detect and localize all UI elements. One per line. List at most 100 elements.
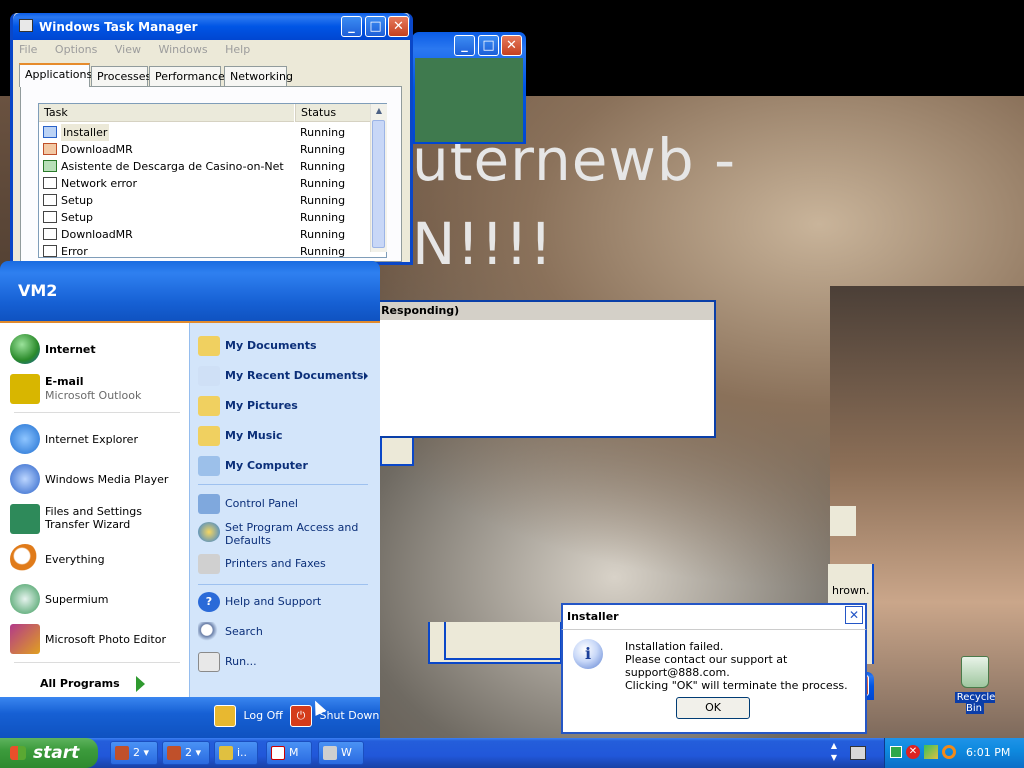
- taskbar-button-4[interactable]: M: [266, 741, 312, 765]
- start-item-internet-explorer[interactable]: Internet Explorer: [8, 422, 184, 456]
- start-item-label: E-mail: [45, 375, 84, 388]
- start-item-recent-documents[interactable]: My Recent Documents: [196, 364, 374, 388]
- taskbar-button-3[interactable]: i..: [214, 741, 258, 765]
- start-item-control-panel[interactable]: Control Panel: [196, 492, 374, 516]
- menu-help[interactable]: Help: [225, 43, 250, 56]
- log-off-button[interactable]: Log Off: [214, 705, 283, 727]
- start-item-label: Run...: [225, 655, 257, 668]
- installer-icon: [43, 160, 57, 172]
- start-item-label: Microsoft Photo Editor: [45, 633, 166, 646]
- shut-down-label: Shut Down: [319, 709, 380, 722]
- tray-green-icon[interactable]: [890, 746, 902, 758]
- task-manager-titlebar[interactable]: Windows Task Manager _ □ ✕: [13, 13, 410, 40]
- start-item-my-documents[interactable]: My Documents: [196, 334, 374, 358]
- minimize-button[interactable]: _: [454, 35, 475, 56]
- menu-view[interactable]: View: [115, 43, 141, 56]
- start-item-search[interactable]: Search: [196, 620, 374, 644]
- table-row[interactable]: Setup Running: [43, 192, 373, 209]
- keyboard-icon[interactable]: [850, 746, 866, 760]
- all-programs-button[interactable]: All Programs: [40, 676, 145, 692]
- taskbar-button-label: 2: [133, 746, 140, 759]
- taskbar-scroll-arrows[interactable]: ▲ ▼: [828, 740, 840, 766]
- close-button[interactable]: ✕: [388, 16, 409, 37]
- start-item-everything[interactable]: Everything: [8, 542, 184, 576]
- supermium-icon: [10, 584, 40, 614]
- recycle-bin-icon: [961, 656, 989, 688]
- table-row[interactable]: Asistente de Descarga de Casino-on-Net Ru…: [43, 158, 373, 175]
- taskbar-button-group-1[interactable]: 2 ▾: [110, 741, 158, 765]
- start-item-email[interactable]: E-mail Microsoft Outlook: [8, 372, 184, 406]
- tab-performance[interactable]: Performance: [149, 66, 225, 86]
- scroll-thumb[interactable]: [372, 120, 385, 248]
- start-label: start: [33, 743, 80, 763]
- menu-file[interactable]: File: [19, 43, 37, 56]
- start-item-help[interactable]: ? Help and Support: [196, 590, 374, 614]
- start-item-printers[interactable]: Printers and Faxes: [196, 552, 374, 576]
- column-task[interactable]: Task: [39, 104, 294, 122]
- start-item-internet[interactable]: Internet: [8, 332, 184, 366]
- table-row[interactable]: Error Running: [43, 243, 373, 258]
- minimize-button[interactable]: _: [341, 16, 362, 37]
- app-icon: [219, 746, 233, 760]
- folder-icon: [198, 396, 220, 416]
- not-responding-window[interactable]: [330, 300, 716, 438]
- start-item-label: Files and Settings Transfer Wizard: [45, 505, 142, 531]
- start-item-my-music[interactable]: My Music: [196, 424, 374, 448]
- maximize-button[interactable]: □: [365, 16, 386, 37]
- start-item-program-access[interactable]: Set Program Access and Defaults: [196, 520, 374, 550]
- task-name: Setup: [61, 194, 94, 207]
- installer-title: Installer: [567, 610, 619, 623]
- tab-processes[interactable]: Processes: [91, 66, 151, 86]
- folder-icon: [198, 336, 220, 356]
- help-icon: ?: [198, 592, 220, 612]
- maximize-button[interactable]: □: [478, 35, 499, 56]
- tray-search-icon[interactable]: [942, 745, 956, 759]
- key-icon: [214, 705, 236, 727]
- tray-network-icon[interactable]: [924, 745, 938, 759]
- table-row[interactable]: Installer Running: [43, 124, 373, 141]
- tab-applications[interactable]: Applications: [19, 63, 92, 87]
- task-manager-icon: [19, 19, 33, 32]
- info-icon: i: [573, 639, 603, 669]
- installer-titlebar[interactable]: Installer ✕: [561, 603, 867, 630]
- shut-down-button[interactable]: ⏻ Shut Down: [290, 705, 379, 727]
- start-item-transfer-wizard[interactable]: Files and Settings Transfer Wizard: [8, 502, 184, 536]
- folder-icon: [198, 426, 220, 446]
- task-status: Running: [300, 245, 346, 258]
- taskbar-button-5[interactable]: W: [318, 741, 364, 765]
- menu-windows[interactable]: Windows: [158, 43, 207, 56]
- app-icon: [167, 746, 181, 760]
- table-row[interactable]: Network error Running: [43, 175, 373, 192]
- tray-error-icon[interactable]: ✕: [906, 745, 920, 759]
- clock[interactable]: 6:01 PM: [966, 746, 1010, 759]
- photo-editor-icon: [10, 624, 40, 654]
- task-list-scrollbar[interactable]: ▲: [370, 104, 387, 252]
- start-item-my-pictures[interactable]: My Pictures: [196, 394, 374, 418]
- windows-logo-icon: [10, 746, 26, 760]
- start-item-run[interactable]: Run...: [196, 650, 374, 674]
- start-item-supermium[interactable]: Supermium: [8, 582, 184, 616]
- start-button[interactable]: start: [0, 738, 98, 768]
- recycle-bin[interactable]: Recycle Bin: [946, 656, 1004, 714]
- start-item-photo-editor[interactable]: Microsoft Photo Editor: [8, 622, 184, 656]
- start-item-label: My Recent Documents: [225, 369, 364, 382]
- menu-options[interactable]: Options: [55, 43, 97, 56]
- taskbar-button-group-2[interactable]: 2 ▾: [162, 741, 210, 765]
- task-list[interactable]: Task Status Installer Running DownloadMR R…: [38, 103, 387, 258]
- close-icon[interactable]: ✕: [845, 606, 863, 624]
- tab-networking[interactable]: Networking: [224, 66, 293, 86]
- not-responding-title[interactable]: t Responding): [332, 302, 714, 320]
- table-row[interactable]: DownloadMR Running: [43, 226, 373, 243]
- table-row[interactable]: DownloadMR Running: [43, 141, 373, 158]
- ok-button[interactable]: OK: [676, 697, 750, 719]
- installer-message-line-3: Clicking "OK" will terminate the process…: [625, 679, 848, 692]
- table-row[interactable]: Setup Running: [43, 209, 373, 226]
- task-name: DownloadMR: [61, 143, 133, 156]
- close-button[interactable]: ✕: [501, 35, 522, 56]
- task-status: Running: [300, 160, 346, 173]
- installer-message: Installation failed. Please contact our …: [625, 640, 865, 692]
- start-item-my-computer[interactable]: My Computer: [196, 454, 374, 478]
- start-item-media-player[interactable]: Windows Media Player: [8, 462, 184, 496]
- column-status[interactable]: Status: [295, 104, 370, 122]
- scroll-up-arrow-icon[interactable]: ▲: [371, 104, 387, 118]
